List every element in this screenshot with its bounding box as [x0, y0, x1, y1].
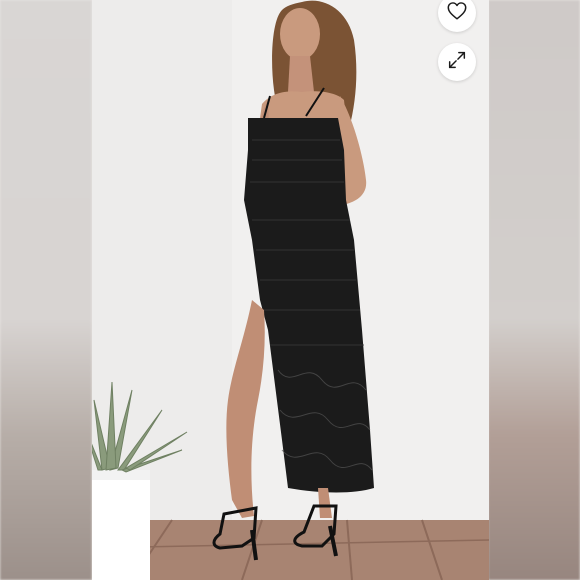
- expand-button[interactable]: [438, 43, 476, 81]
- expand-icon: [446, 49, 468, 76]
- heart-icon: [446, 0, 468, 27]
- product-photo[interactable]: [92, 0, 489, 580]
- blurred-backdrop-left: [0, 0, 92, 580]
- blurred-backdrop-right: [488, 0, 580, 580]
- product-photo-art: [92, 0, 489, 580]
- image-viewer: [0, 0, 580, 580]
